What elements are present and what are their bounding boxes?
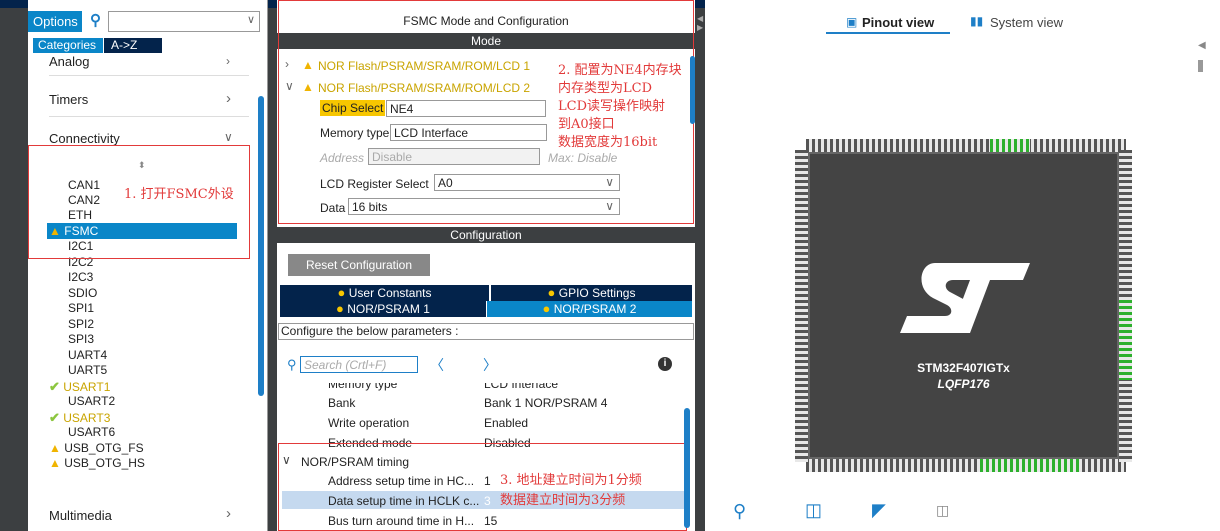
tab-nor-psram-1[interactable]: ● NOR/PSRAM 1 (280, 301, 486, 317)
prev-icon[interactable]: 〈 (430, 355, 444, 375)
config-hint: Configure the below parameters : (278, 323, 694, 340)
tab-system-view[interactable]: System view (990, 15, 1063, 30)
chip-icon: ▣ (846, 15, 858, 29)
pins-left (795, 150, 808, 462)
warning-icon: ▲ (49, 456, 61, 470)
pinout-tab-underline (826, 32, 950, 34)
param-name[interactable]: Bank (328, 396, 355, 410)
bars-icon: ▮▮ (970, 14, 984, 28)
annotation-3-line: 数据建立时间为3分频 (500, 493, 626, 508)
annotation-3: 3. 地址建立时间为1分频 数据建立时间为3分频 (500, 472, 642, 510)
configuration-header: Configuration (277, 227, 695, 243)
warning-icon: ▲ (49, 441, 61, 455)
chevron-down-icon: ∨ (224, 130, 233, 144)
peripheral-item-uart4[interactable]: UART4 (68, 348, 107, 363)
rotate-icon[interactable]: ◤ (872, 500, 886, 521)
info-icon[interactable]: i (658, 357, 672, 371)
peripheral-item-usb_otg_fs[interactable]: ▲ USB_OTG_FS (49, 441, 144, 456)
param-value[interactable]: Bank 1 NOR/PSRAM 4 (484, 396, 607, 410)
peripheral-item-spi3[interactable]: SPI3 (68, 332, 94, 347)
group-analog[interactable]: Analog (49, 54, 89, 69)
annotation-3-line: 3. 地址建立时间为1分频 (500, 473, 642, 488)
next-icon[interactable]: 〉 (483, 355, 497, 375)
tab-gpio-settings[interactable]: ● GPIO Settings (491, 285, 692, 301)
annotation-2: 2. 配置为NE4内存块 内存类型为LCD LCD读写操作映射 到A0接口数据宽度为1… (558, 62, 682, 152)
peripheral-item-uart5[interactable]: UART5 (68, 363, 107, 378)
tab-a-to-z[interactable]: A->Z (104, 38, 162, 53)
pins-top (806, 139, 1126, 152)
collapse-icon[interactable]: ◀ (1198, 40, 1206, 51)
options-button[interactable]: Options (28, 11, 82, 32)
annotation-2-line: 2. 配置为NE4内存块 (558, 63, 682, 78)
check-icon: ✔ (49, 379, 60, 394)
pins-right-green (1119, 300, 1132, 380)
zoom-out-icon[interactable]: ⚲ (733, 501, 746, 522)
chevron-right-icon: › (226, 54, 230, 68)
st-logo (900, 263, 1030, 333)
chip-package: LQFP176 (937, 377, 990, 391)
chevron-right-icon: › (226, 505, 231, 522)
group-timers[interactable]: Timers (49, 92, 88, 107)
peripheral-item-usart3[interactable]: ✔ USART3 (49, 410, 110, 426)
annotation-2-line: 内存类型为LCD (558, 81, 653, 96)
peripheral-item-spi2[interactable]: SPI2 (68, 317, 94, 332)
param-search-input[interactable]: Search (Crtl+F) (300, 356, 418, 373)
peripheral-item-i2c3[interactable]: I2C3 (68, 270, 93, 285)
fit-icon[interactable]: ◫ (805, 500, 822, 521)
annotation-2-line: 到A0接口 (558, 117, 615, 132)
mode-scrollbar[interactable] (690, 56, 695, 124)
param-scrollbar[interactable] (684, 408, 690, 528)
category-search-input[interactable]: ∨ (108, 11, 260, 32)
split-icon[interactable]: ◫ (936, 502, 949, 519)
search-icon[interactable]: ⚲ (90, 11, 101, 29)
splitter-handle[interactable]: ◀ ▶ (697, 14, 703, 32)
chevron-down-icon: ∨ (246, 14, 255, 26)
group-connectivity[interactable]: Connectivity (49, 131, 120, 146)
peripheral-item-usb_otg_hs[interactable]: ▲ USB_OTG_HS (49, 456, 145, 471)
tab-nor-psram-2[interactable]: ● NOR/PSRAM 2 (487, 301, 692, 317)
annotation-1: 1. 打开FSMC外设 (124, 187, 234, 202)
tab-pinout-view[interactable]: Pinout view (862, 15, 934, 30)
peripheral-item-spi1[interactable]: SPI1 (68, 301, 94, 316)
search-icon: ⚲ (287, 357, 297, 372)
param-value[interactable]: Enabled (484, 416, 528, 430)
annotation-2-line: LCD读写操作映射 (558, 99, 666, 114)
right-scrollbar[interactable] (1198, 60, 1203, 72)
pins-bottom-green (980, 459, 1080, 472)
chevron-right-icon: › (226, 90, 231, 107)
peripheral-item-sdio[interactable]: SDIO (68, 286, 97, 301)
pins-top-green (990, 139, 1030, 152)
group-multimedia[interactable]: Multimedia (49, 508, 112, 523)
param-name[interactable]: Write operation (328, 416, 409, 430)
check-icon: ✔ (49, 410, 60, 425)
left-scrollbar[interactable] (258, 96, 264, 396)
peripheral-item-usart6[interactable]: USART6 (68, 425, 115, 440)
chip-name: STM32F407IGTx (917, 361, 1010, 375)
peripheral-item-usart1[interactable]: ✔ USART1 (49, 379, 110, 395)
annotation-2-line: 数据宽度为16bit (558, 135, 658, 150)
tab-user-constants[interactable]: ● User Constants (280, 285, 489, 301)
reset-configuration-button[interactable]: Reset Configuration (288, 254, 430, 276)
tab-categories[interactable]: Categories (33, 38, 103, 53)
peripheral-item-usart2[interactable]: USART2 (68, 394, 115, 409)
